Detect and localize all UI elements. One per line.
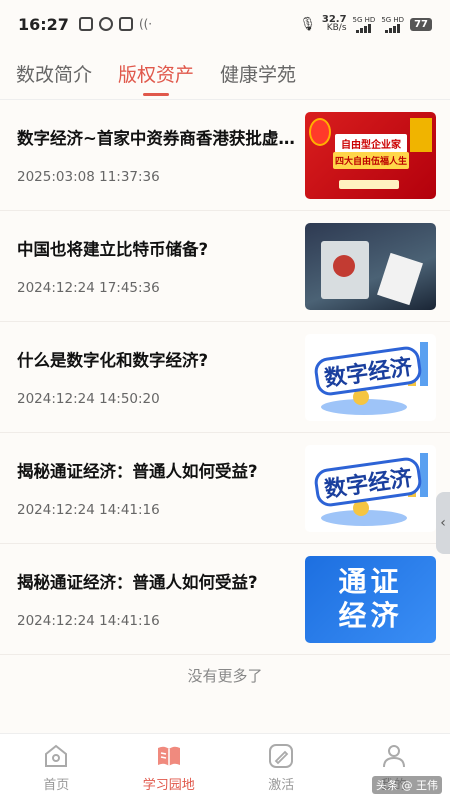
tab-health-academy[interactable]: 健康学苑 bbox=[220, 60, 296, 87]
app-notification-icon bbox=[78, 17, 93, 31]
article-list: 数字经济~首家中资券商香港获批虚拟… 2025:03:08 11:37:36 自… bbox=[0, 100, 450, 655]
status-time: 16:27 bbox=[18, 14, 69, 34]
bottom-nav: 首页 学习园地 激活 我的 头条 @ 王伟 bbox=[0, 733, 450, 800]
message-notification-icon bbox=[98, 17, 113, 31]
tab-intro[interactable]: 数改简介 bbox=[16, 60, 92, 87]
signal-bars-icon bbox=[356, 23, 372, 33]
article-date: 2025:03:08 11:37:36 bbox=[17, 169, 160, 185]
home-icon bbox=[42, 742, 70, 770]
status-bar: 16:27 ((· 🎙 32.7 KB/s 5G HD 5G HD 77 bbox=[0, 0, 450, 48]
article-date: 2024:12:24 14:41:16 bbox=[17, 502, 160, 518]
article-thumbnail: 数字经济 bbox=[305, 333, 436, 421]
mic-icon: 🎙 bbox=[299, 16, 316, 32]
watermark: 头条 @ 王伟 bbox=[372, 776, 442, 794]
article-item[interactable]: 数字经济~首家中资券商香港获批虚拟… 2025:03:08 11:37:36 自… bbox=[0, 100, 450, 211]
book-icon bbox=[155, 742, 183, 770]
pen-icon bbox=[267, 742, 295, 770]
nfc-icon: ((· bbox=[138, 17, 153, 31]
article-title: 揭秘通证经济：普通人如何受益? bbox=[17, 462, 258, 481]
article-title: 中国也将建立比特币储备? bbox=[17, 240, 209, 259]
signal-bars-icon bbox=[385, 23, 401, 33]
article-thumbnail: 通证 经济 bbox=[305, 555, 436, 643]
chat-notification-icon bbox=[118, 17, 133, 31]
network-speed: 32.7 KB/s bbox=[321, 14, 347, 33]
signal-sim1: 5G HD bbox=[353, 16, 375, 33]
article-thumbnail: 数字经济 bbox=[305, 444, 436, 532]
article-thumbnail: 自由型企业家 四大自由伍福人生 bbox=[305, 111, 436, 199]
article-item[interactable]: 什么是数字化和数字经济? 2024:12:24 14:50:20 数字经济 bbox=[0, 322, 450, 433]
article-item[interactable]: 揭秘通证经济：普通人如何受益? 2024:12:24 14:41:16 数字经济 bbox=[0, 433, 450, 544]
user-icon bbox=[380, 742, 408, 770]
article-title: 数字经济~首家中资券商香港获批虚拟… bbox=[17, 129, 295, 148]
nav-home[interactable]: 首页 bbox=[0, 734, 113, 800]
signal-sim2: 5G HD bbox=[381, 16, 404, 33]
article-title: 什么是数字化和数字经济? bbox=[17, 351, 209, 370]
side-drawer-handle[interactable]: ‹ bbox=[436, 492, 450, 554]
status-notification-icons: ((· bbox=[78, 17, 153, 31]
no-more-text: 没有更多了 bbox=[187, 667, 263, 685]
nav-study[interactable]: 学习园地 bbox=[113, 734, 226, 800]
article-thumbnail bbox=[305, 222, 436, 310]
nav-activate[interactable]: 激活 bbox=[225, 734, 338, 800]
lantern-icon bbox=[309, 117, 331, 146]
article-date: 2024:12:24 14:50:20 bbox=[17, 391, 160, 407]
category-tabs: 数改简介 版权资产 健康学苑 bbox=[0, 48, 450, 100]
article-item[interactable]: 揭秘通证经济：普通人如何受益? 2024:12:24 14:41:16 通证 经… bbox=[0, 544, 450, 655]
battery-indicator: 77 bbox=[410, 17, 432, 31]
status-right: 🎙 32.7 KB/s 5G HD 5G HD 77 bbox=[299, 15, 432, 33]
chevron-left-icon: ‹ bbox=[440, 515, 446, 531]
article-date: 2024:12:24 17:45:36 bbox=[17, 280, 160, 296]
article-title: 揭秘通证经济：普通人如何受益? bbox=[17, 573, 258, 592]
article-date: 2024:12:24 14:41:16 bbox=[17, 613, 160, 629]
tab-copyright-assets[interactable]: 版权资产 bbox=[118, 60, 194, 87]
article-item[interactable]: 中国也将建立比特币储备? 2024:12:24 17:45:36 bbox=[0, 211, 450, 322]
